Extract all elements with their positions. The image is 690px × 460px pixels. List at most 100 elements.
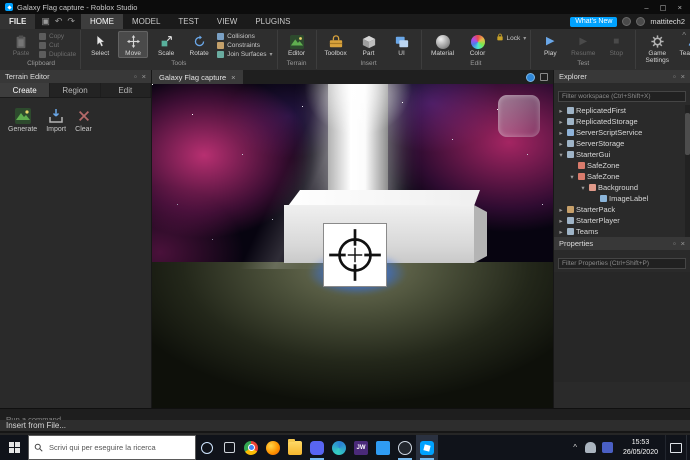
taskbar-search[interactable] (28, 435, 196, 460)
play-button[interactable]: ▶ Play (535, 31, 565, 58)
tree-item-teams[interactable]: ▸ Teams (554, 226, 690, 237)
chevron-down-icon[interactable]: ▾ (579, 184, 587, 192)
close-tab-icon[interactable]: × (231, 73, 235, 82)
join-surfaces-dropdown[interactable]: Join Surfaces▾ (217, 51, 272, 58)
pin-panel-icon[interactable]: ▫ (673, 72, 676, 81)
close-panel-icon[interactable]: × (681, 72, 685, 81)
tree-item-imagelabel[interactable]: ImageLabel (554, 193, 690, 204)
close-panel-icon[interactable]: × (681, 239, 685, 248)
paste-button[interactable]: Paste (6, 31, 36, 58)
chevron-right-icon[interactable]: ▸ (557, 206, 565, 214)
rotate-tool-button[interactable]: Rotate (184, 31, 214, 58)
tab-region[interactable]: Region (50, 83, 100, 97)
viewport-layout-button[interactable] (540, 73, 548, 81)
tree-item-startergui[interactable]: ▾ StarterGui (554, 149, 690, 160)
generate-button[interactable]: Generate (8, 107, 37, 133)
tab-edit[interactable]: Edit (101, 83, 151, 97)
whats-new-badge[interactable]: What's New (570, 17, 617, 27)
notifications-icon[interactable] (622, 17, 631, 26)
view-selector-cube[interactable] (498, 95, 540, 137)
chevron-right-icon[interactable]: ▸ (557, 217, 565, 225)
close-window-button[interactable]: × (678, 3, 682, 12)
terrain-editor-button[interactable]: Editor (282, 31, 312, 58)
pin-panel-icon[interactable]: ▫ (673, 239, 676, 248)
toolbox-button[interactable]: Toolbox (321, 31, 351, 58)
tree-item-replicatedfirst[interactable]: ▸ ReplicatedFirst (554, 105, 690, 116)
tab-plugins[interactable]: PLUGINS (246, 14, 299, 29)
taskbar-app-file-explorer[interactable] (284, 435, 306, 460)
material-button[interactable]: Material (426, 31, 460, 58)
task-view-button[interactable] (218, 435, 240, 460)
tab-create[interactable]: Create (0, 83, 50, 97)
copy-button[interactable]: Copy (39, 33, 76, 40)
chevron-right-icon[interactable]: ▸ (557, 107, 565, 115)
taskbar-app-edge[interactable] (328, 435, 350, 460)
insert-from-file-item[interactable]: Insert from File... (0, 420, 690, 433)
taskbar-app-obs[interactable] (394, 435, 416, 460)
tree-item-starterpack[interactable]: ▸ StarterPack (554, 204, 690, 215)
explorer-scrollbar[interactable] (685, 105, 690, 237)
show-desktop-button[interactable] (686, 435, 690, 460)
explorer-filter-input[interactable] (558, 91, 686, 102)
cortana-button[interactable] (196, 435, 218, 460)
3d-viewport[interactable] (152, 84, 553, 408)
minimize-button[interactable]: – (644, 3, 648, 12)
move-tool-button[interactable]: Move (118, 31, 148, 58)
resume-button[interactable]: ▶ Resume (568, 31, 598, 58)
collisions-toggle[interactable]: Collisions (217, 33, 272, 40)
account-icon[interactable] (636, 17, 645, 26)
taskbar-app-vscode[interactable] (372, 435, 394, 460)
taskbar-app-discord[interactable] (306, 435, 328, 460)
tree-item-serverstorage[interactable]: ▸ ServerStorage (554, 138, 690, 149)
game-settings-button[interactable]: Game Settings (640, 31, 674, 65)
chevron-right-icon[interactable]: ▸ (557, 140, 565, 148)
tree-item-background[interactable]: ▾ Background (554, 182, 690, 193)
import-button[interactable]: Import (46, 107, 66, 133)
tree-item-safezone-2[interactable]: ▾ SafeZone (554, 171, 690, 182)
chevron-right-icon[interactable]: ▸ (557, 118, 565, 126)
pin-panel-icon[interactable]: ▫ (134, 72, 137, 81)
redo-icon[interactable]: ↷ (67, 16, 75, 27)
taskbar-search-input[interactable] (47, 442, 190, 453)
tab-home[interactable]: HOME (81, 14, 123, 29)
ribbon-collapse-icon[interactable]: ^ (682, 31, 686, 40)
taskbar-clock[interactable]: 15:53 26/05/2020 (616, 438, 665, 456)
file-menu-button[interactable]: FILE (0, 14, 35, 29)
color-button[interactable]: Color (463, 31, 493, 58)
viewport-tab[interactable]: Galaxy Flag capture × (152, 70, 243, 84)
close-panel-icon[interactable]: × (142, 72, 146, 81)
notification-center-button[interactable] (665, 435, 686, 460)
tree-item-serverscriptservice[interactable]: ▸ ServerScriptService (554, 127, 690, 138)
taskbar-app-roblox-studio[interactable] (416, 435, 438, 460)
part-button[interactable]: Part (354, 31, 384, 58)
undo-icon[interactable]: ↶ (55, 16, 63, 27)
tray-expand-icon[interactable]: ^ (568, 443, 582, 452)
cut-button[interactable]: Cut (39, 42, 76, 49)
onedrive-tray-icon[interactable] (585, 442, 596, 453)
constraints-toggle[interactable]: Constraints (217, 42, 272, 49)
tree-item-starterplayer[interactable]: ▸ StarterPlayer (554, 215, 690, 226)
tab-view[interactable]: VIEW (208, 14, 246, 29)
tab-model[interactable]: MODEL (123, 14, 169, 29)
teams-tray-icon[interactable] (602, 442, 613, 453)
duplicate-button[interactable]: Duplicate (39, 51, 76, 58)
ui-button[interactable]: UI (387, 31, 417, 58)
maximize-button[interactable]: ▢ (660, 3, 667, 12)
taskbar-app-jw-library[interactable]: JW (350, 435, 372, 460)
scrollbar-thumb[interactable] (685, 113, 690, 155)
chevron-right-icon[interactable]: ▸ (557, 129, 565, 137)
scale-tool-button[interactable]: Scale (151, 31, 181, 58)
ui-toggle-button[interactable] (526, 73, 535, 82)
tree-item-replicatedstorage[interactable]: ▸ ReplicatedStorage (554, 116, 690, 127)
clear-button[interactable]: Clear (75, 107, 92, 133)
username-label[interactable]: mattitech2 (650, 17, 685, 26)
select-tool-button[interactable]: Select (85, 31, 115, 58)
start-button[interactable] (0, 435, 28, 460)
chevron-down-icon[interactable]: ▾ (557, 151, 565, 159)
tree-item-safezone-1[interactable]: SafeZone (554, 160, 690, 171)
chevron-right-icon[interactable]: ▸ (557, 228, 565, 236)
properties-filter-input[interactable] (558, 258, 686, 269)
tab-test[interactable]: TEST (169, 14, 207, 29)
lock-dropdown[interactable]: Lock ▾ (496, 33, 527, 43)
taskbar-app-chrome[interactable] (240, 435, 262, 460)
